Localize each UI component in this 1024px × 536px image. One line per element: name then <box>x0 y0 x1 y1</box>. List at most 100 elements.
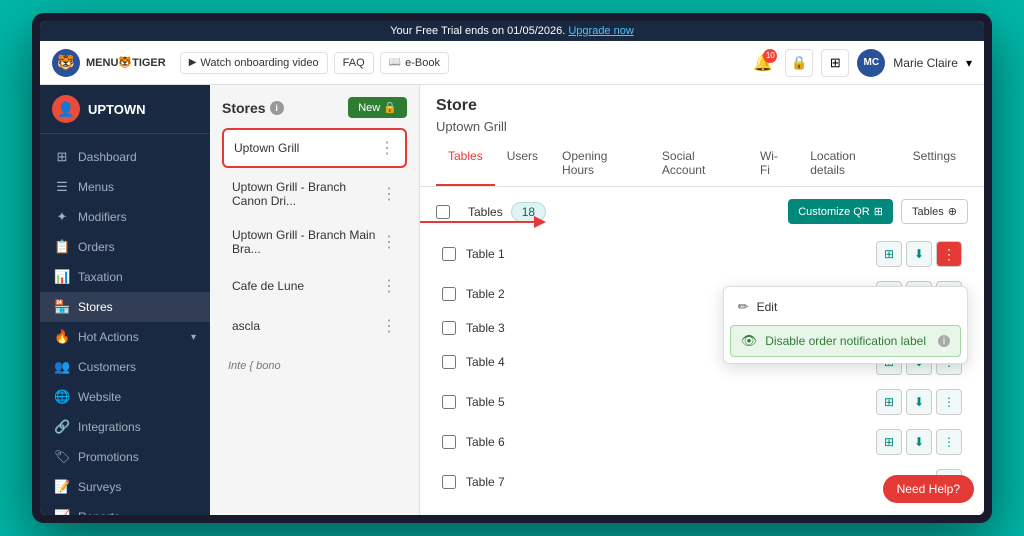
screen: Your Free Trial ends on 01/05/2026. Upgr… <box>40 21 984 515</box>
tab-social-account[interactable]: Social Account <box>650 142 748 186</box>
sidebar-item-integrations[interactable]: 🔗 Integrations <box>40 412 210 442</box>
store-detail-header: Store Uptown Grill Tables Users Opening … <box>420 85 984 187</box>
inte-bono-area: Inte { bono <box>222 352 407 378</box>
store-name-3: Cafe de Lune <box>232 279 304 293</box>
sidebar-item-menus[interactable]: ☰ Menus <box>40 172 210 202</box>
sidebar-item-surveys[interactable]: 📝 Surveys <box>40 472 210 502</box>
table-1-dots-btn[interactable]: ⋮ <box>936 241 962 267</box>
table-6-checkbox[interactable] <box>442 435 456 449</box>
tables-add-button[interactable]: Tables ⊕ <box>901 199 968 224</box>
table-6-qr-btn[interactable]: ⊞ <box>876 429 902 455</box>
table-6-name: Table 6 <box>466 435 876 449</box>
tab-settings[interactable]: Settings <box>901 142 968 186</box>
sidebar-label-website: Website <box>78 390 121 404</box>
store-name-4: ascla <box>232 319 260 333</box>
sidebar-label-stores: Stores <box>78 300 113 314</box>
sidebar-item-reports[interactable]: 📈 Reports <box>40 502 210 515</box>
store-list: Uptown Grill ⋮ Uptown Grill - Branch Can… <box>222 128 407 378</box>
stores-title-text: Stores <box>222 100 266 116</box>
store-item-ascla[interactable]: ascla ⋮ <box>222 308 407 344</box>
faq-button[interactable]: FAQ <box>334 52 374 74</box>
sidebar-label-customers: Customers <box>78 360 136 374</box>
table-1-download-btn[interactable]: ⬇ <box>906 241 932 267</box>
tab-tables[interactable]: Tables <box>436 142 495 186</box>
select-all-checkbox[interactable] <box>436 205 450 219</box>
disable-label: Disable order notification label <box>765 334 926 348</box>
sidebar-item-dashboard[interactable]: ⊞ Dashboard <box>40 142 210 172</box>
watch-video-button[interactable]: ▶ Watch onboarding video <box>180 52 328 74</box>
store-item-canon-dri[interactable]: Uptown Grill - Branch Canon Dri... ⋮ <box>222 172 407 216</box>
sidebar-item-website[interactable]: 🌐 Website <box>40 382 210 412</box>
table-5-download-btn[interactable]: ⬇ <box>906 389 932 415</box>
notification-bell[interactable]: 🔔 10 <box>749 49 777 77</box>
tab-location-details[interactable]: Location details <box>798 142 900 186</box>
tab-opening-hours[interactable]: Opening Hours <box>550 142 650 186</box>
taxation-icon: 📊 <box>54 269 70 285</box>
table-6-dots-btn[interactable]: ⋮ <box>936 429 962 455</box>
sidebar-item-promotions[interactable]: 🏷 Promotions <box>40 442 210 472</box>
sidebar-label-taxation: Taxation <box>78 270 123 284</box>
ebook-button[interactable]: 📖 e-Book <box>380 52 449 74</box>
store-dots-3[interactable]: ⋮ <box>381 276 397 296</box>
new-btn-label: New 🔒 <box>358 101 397 114</box>
customize-qr-button[interactable]: Customize QR ⊞ <box>788 199 893 224</box>
table-1-name: Table 1 <box>466 247 876 261</box>
qr-icon-btn[interactable]: ⊞ <box>821 49 849 77</box>
qr-btn-label: Customize QR <box>798 206 870 218</box>
tables-left: Tables 18 <box>436 202 546 222</box>
surveys-icon: 📝 <box>54 479 70 495</box>
store-dots-0[interactable]: ⋮ <box>379 138 395 158</box>
integrations-icon: 🔗 <box>54 419 70 435</box>
store-name-1: Uptown Grill - Branch Canon Dri... <box>232 180 381 208</box>
store-dots-4[interactable]: ⋮ <box>381 316 397 336</box>
store-dots-1[interactable]: ⋮ <box>381 184 397 204</box>
customers-icon: 👥 <box>54 359 70 375</box>
store-item-main-bra[interactable]: Uptown Grill - Branch Main Bra... ⋮ <box>222 220 407 264</box>
sidebar-item-customers[interactable]: 👥 Customers <box>40 352 210 382</box>
user-chevron[interactable]: ▾ <box>966 56 972 70</box>
tables-count-badge: 18 <box>511 202 546 222</box>
table-4-checkbox[interactable] <box>442 355 456 369</box>
dropdown-disable-notif[interactable]: 👁 Disable order notification label i <box>730 325 961 357</box>
table-2-checkbox[interactable] <box>442 287 456 301</box>
tables-toolbar: Tables 18 Customize QR ⊞ Tables <box>436 199 968 224</box>
sidebar-item-modifiers[interactable]: ✦ Modifiers <box>40 202 210 232</box>
table-row-6: Table 6 ⊞ ⬇ ⋮ <box>436 422 968 462</box>
table-1-checkbox[interactable] <box>442 247 456 261</box>
stores-info-icon[interactable]: i <box>270 101 284 115</box>
tab-users[interactable]: Users <box>495 142 550 186</box>
need-help-button[interactable]: Need Help? <box>883 475 974 503</box>
table-1-qr-btn[interactable]: ⊞ <box>876 241 902 267</box>
watch-video-label: Watch onboarding video <box>200 57 318 69</box>
sidebar-label-menus: Menus <box>78 180 114 194</box>
table-5-dots-btn[interactable]: ⋮ <box>936 389 962 415</box>
dropdown-edit[interactable]: ✏ Edit <box>724 291 967 323</box>
tab-wifi[interactable]: Wi-Fi <box>748 142 798 186</box>
dashboard-icon: ⊞ <box>54 149 70 165</box>
upgrade-link[interactable]: Upgrade now <box>568 25 633 37</box>
table-6-download-btn[interactable]: ⬇ <box>906 429 932 455</box>
table-7-checkbox[interactable] <box>442 475 456 489</box>
modifiers-icon: ✦ <box>54 209 70 225</box>
table-3-checkbox[interactable] <box>442 321 456 335</box>
table-row-5: Table 5 ⊞ ⬇ ⋮ <box>436 382 968 422</box>
user-name: Marie Claire <box>893 56 958 70</box>
store-dots-2[interactable]: ⋮ <box>381 232 397 252</box>
logo-area: 🐯 MENU🐯TIGER <box>52 49 166 77</box>
table-1-dropdown: ✏ Edit 👁 Disable order notification labe… <box>723 286 968 364</box>
shield-icon-btn[interactable]: 🔒 <box>785 49 813 77</box>
new-store-button[interactable]: New 🔒 <box>348 97 407 118</box>
table-5-qr-btn[interactable]: ⊞ <box>876 389 902 415</box>
sidebar-item-hot-actions[interactable]: 🔥 Hot Actions ▾ <box>40 322 210 352</box>
store-item-cafe-lune[interactable]: Cafe de Lune ⋮ <box>222 268 407 304</box>
logo-tiger-icon: 🐯 <box>52 49 80 77</box>
sidebar-item-stores[interactable]: 🏪 Stores <box>40 292 210 322</box>
sidebar-label-modifiers: Modifiers <box>78 210 127 224</box>
tables-right: Customize QR ⊞ Tables ⊕ <box>788 199 968 224</box>
top-banner: Your Free Trial ends on 01/05/2026. Upgr… <box>40 21 984 41</box>
user-avatar: MC <box>857 49 885 77</box>
sidebar-item-orders[interactable]: 📋 Orders <box>40 232 210 262</box>
table-5-checkbox[interactable] <box>442 395 456 409</box>
store-item-uptown-grill[interactable]: Uptown Grill ⋮ <box>222 128 407 168</box>
sidebar-item-taxation[interactable]: 📊 Taxation <box>40 262 210 292</box>
